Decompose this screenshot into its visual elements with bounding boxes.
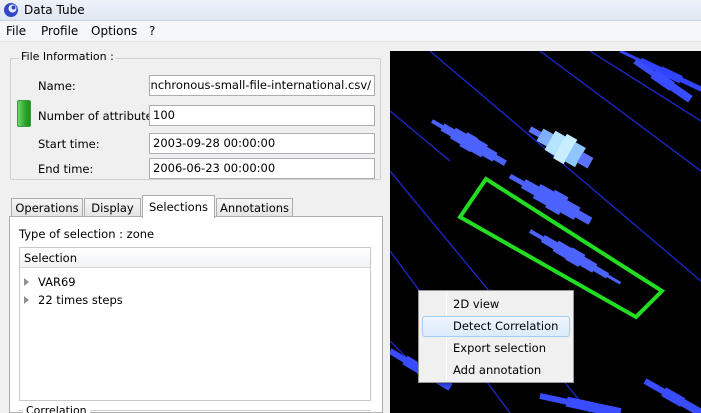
name-label: Name: [38,79,76,93]
tube-segment [643,378,666,395]
end-time-label: End time: [38,162,94,176]
menu-bar: File Profile Options ? [0,21,701,42]
menu-item-detect-correlation[interactable]: Detect Correlation [422,316,570,337]
status-indicator [17,100,31,127]
menu-item-add-annotation[interactable]: Add annotation [422,360,570,381]
tree-item-label: VAR69 [38,275,76,289]
tab-operations[interactable]: Operations [11,198,83,217]
tube-segment [528,229,545,241]
tube-segment [431,119,444,129]
expand-arrow-icon[interactable] [24,296,29,304]
correlation-legend: Correlation [23,404,90,413]
expand-arrow-icon[interactable] [24,278,29,286]
tube-streak [390,110,451,162]
selection-type-text: Type of selection : zone [19,227,155,241]
menu-help[interactable]: ? [149,24,155,38]
start-time-value: 2003-09-28 00:00:00 [153,136,276,150]
tube-segment [508,173,525,186]
tree-item-label: 22 times steps [38,293,123,307]
title-bar: Data Tube [0,0,701,21]
menu-item-export-selection[interactable]: Export selection [422,338,570,359]
tube-segment [606,274,622,285]
menu-profile[interactable]: Profile [41,24,78,38]
file-information-group: File Information : Name: /DT2-synchronou… [10,50,381,180]
menu-item-2d-view[interactable]: 2D view [422,294,570,315]
tab-display[interactable]: Display [84,198,141,217]
end-time-field[interactable]: 2006-06-23 00:00:00 [149,158,375,179]
tree-item-time-steps[interactable]: 22 times steps [24,293,123,307]
app-logo-icon [4,3,18,17]
left-panel: File Information : Name: /DT2-synchronou… [0,42,390,413]
tube-segment [565,396,595,413]
file-information-legend: File Information : [19,50,116,63]
name-value: /DT2-synchronous-small-file-internationa… [150,78,371,92]
tube-segment [592,402,622,413]
menu-file[interactable]: File [6,24,26,38]
context-menu: 2D view Detect Correlation Export select… [418,290,574,383]
tab-selections[interactable]: Selections [142,195,215,218]
end-time-value: 2006-06-23 00:00:00 [153,161,276,175]
tab-bar: Operations Display Selections Annotation… [9,195,381,218]
tree-item-var69[interactable]: VAR69 [24,275,76,289]
name-field[interactable]: /DT2-synchronous-small-file-internationa… [149,75,375,96]
tube-segment [493,154,507,166]
start-time-field[interactable]: 2003-09-28 00:00:00 [149,133,375,154]
start-time-label: Start time: [38,137,100,151]
selections-panel: Type of selection : zone Selection VAR69… [9,216,383,413]
tree-header[interactable]: Selection [20,248,370,268]
window-title: Data Tube [24,3,85,17]
attributes-field[interactable]: 100 [149,105,375,126]
menu-options[interactable]: Options [91,24,137,38]
tab-annotations[interactable]: Annotations [216,198,293,217]
tube-segment [680,398,701,413]
attributes-value: 100 [153,108,175,122]
attributes-label: Number of attributes: [38,109,163,123]
tube-segment [539,393,568,405]
selection-tree[interactable]: Selection VAR69 22 times steps [19,247,371,401]
